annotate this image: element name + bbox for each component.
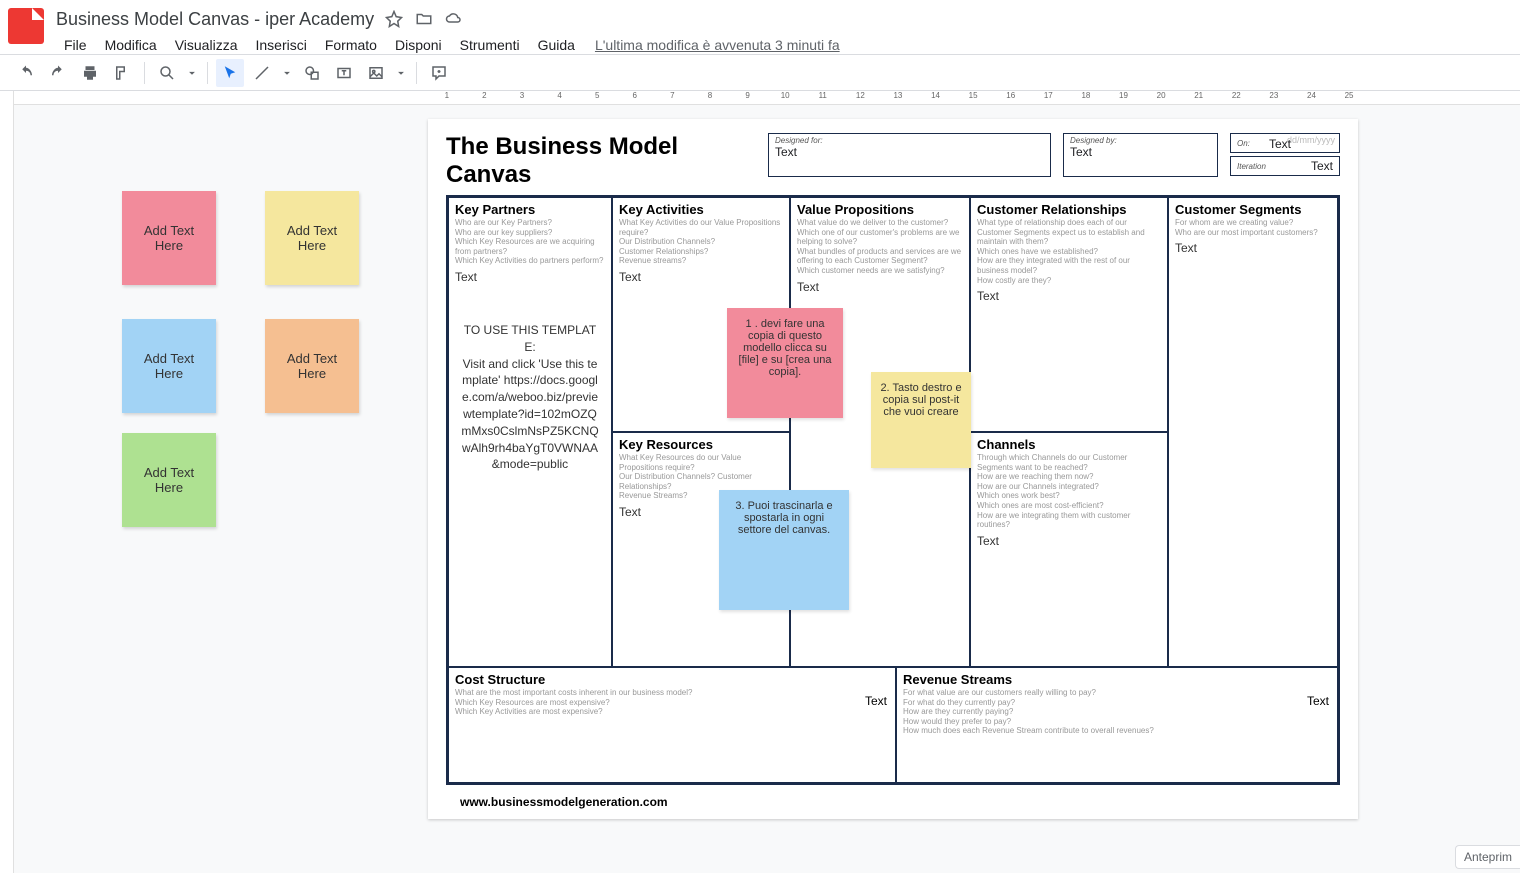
line-dropdown-icon[interactable]	[280, 59, 294, 87]
workspace[interactable]: 1234567891011121314151617181920212223242…	[0, 91, 1520, 873]
app-header: Business Model Canvas - iper Academy Fil…	[0, 0, 1520, 55]
sticky-note-2[interactable]: 2. Tasto destro e copia sul post-it che …	[871, 372, 971, 468]
cloud-status-icon[interactable]	[444, 9, 464, 29]
drawing-canvas[interactable]: The Business Model Canvas Designed for: …	[428, 119, 1358, 819]
redo-button[interactable]	[44, 59, 72, 87]
select-tool-button[interactable]	[216, 59, 244, 87]
palette-sticky-pink[interactable]: Add Text Here	[122, 191, 216, 285]
bmc-grid: Key Partners Who are our Key Partners? W…	[446, 195, 1340, 785]
comment-button[interactable]	[425, 59, 453, 87]
zoom-dropdown-icon[interactable]	[185, 59, 199, 87]
block-revenue-streams[interactable]: Revenue Streams For what value are our c…	[897, 668, 1337, 784]
textbox-tool-button[interactable]	[330, 59, 358, 87]
document-title[interactable]: Business Model Canvas - iper Academy	[56, 9, 374, 30]
last-edit-link[interactable]: L'ultima modifica è avvenuta 3 minuti fa	[595, 37, 840, 53]
menu-format[interactable]: Formato	[317, 35, 385, 55]
horizontal-ruler: 1234567891011121314151617181920212223242…	[14, 91, 1520, 105]
menu-bar: File Modifica Visualizza Inserisci Forma…	[56, 33, 840, 57]
on-date-box[interactable]: On: dd/mm/yyyy Text	[1230, 133, 1340, 153]
preview-tab-button[interactable]: Anteprim	[1455, 845, 1520, 869]
app-logo-icon[interactable]	[8, 8, 44, 44]
block-customer-segments[interactable]: Customer Segments For whom are we creati…	[1169, 198, 1337, 666]
block-cost-structure[interactable]: Cost Structure What are the most importa…	[449, 668, 897, 784]
palette-sticky-green[interactable]: Add Text Here	[122, 433, 216, 527]
palette-sticky-yellow[interactable]: Add Text Here	[265, 191, 359, 285]
menu-arrange[interactable]: Disponi	[387, 35, 450, 55]
image-tool-button[interactable]	[362, 59, 390, 87]
print-button[interactable]	[76, 59, 104, 87]
palette-sticky-orange[interactable]: Add Text Here	[265, 319, 359, 413]
designed-for-box[interactable]: Designed for: Text	[768, 133, 1051, 177]
block-customer-relationships[interactable]: Customer Relationships What type of rela…	[971, 198, 1167, 433]
menu-edit[interactable]: Modifica	[97, 35, 165, 55]
sticky-note-1[interactable]: 1 . devi fare una copia di questo modell…	[727, 308, 843, 418]
sticky-note-3[interactable]: 3. Puoi trascinarla e spostarla in ogni …	[719, 490, 849, 610]
block-key-partners[interactable]: Key Partners Who are our Key Partners? W…	[449, 198, 613, 666]
paint-format-button[interactable]	[108, 59, 136, 87]
canvas-main-title[interactable]: The Business Model Canvas	[446, 133, 756, 189]
image-dropdown-icon[interactable]	[394, 59, 408, 87]
iteration-box[interactable]: Iteration Text	[1230, 156, 1340, 176]
zoom-button[interactable]	[153, 59, 181, 87]
menu-file[interactable]: File	[56, 35, 95, 55]
template-instructions[interactable]: TO USE THIS TEMPLATE: Visit and click 'U…	[455, 314, 605, 481]
palette-sticky-blue[interactable]: Add Text Here	[122, 319, 216, 413]
star-icon[interactable]	[384, 9, 404, 29]
line-tool-button[interactable]	[248, 59, 276, 87]
move-folder-icon[interactable]	[414, 9, 434, 29]
footer-url[interactable]: www.businessmodelgeneration.com	[460, 795, 668, 809]
menu-help[interactable]: Guida	[530, 35, 583, 55]
menu-insert[interactable]: Inserisci	[247, 35, 314, 55]
block-channels[interactable]: Channels Through which Channels do our C…	[971, 433, 1167, 666]
menu-tools[interactable]: Strumenti	[452, 35, 528, 55]
designed-by-box[interactable]: Designed by: Text	[1063, 133, 1218, 177]
undo-button[interactable]	[12, 59, 40, 87]
menu-view[interactable]: Visualizza	[167, 35, 246, 55]
vertical-ruler	[0, 91, 14, 873]
shape-tool-button[interactable]	[298, 59, 326, 87]
toolbar	[0, 55, 1520, 91]
